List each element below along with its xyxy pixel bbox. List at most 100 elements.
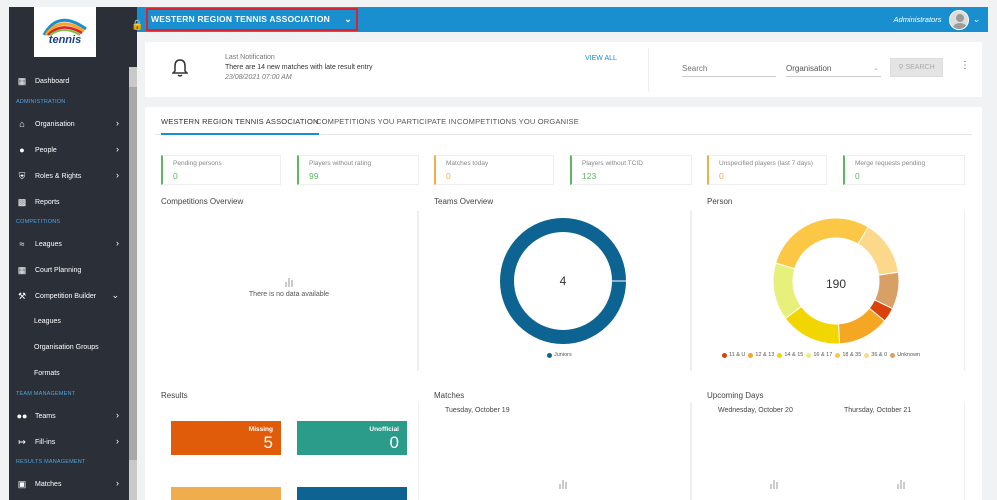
legend-label: 18 & 35 bbox=[842, 352, 862, 358]
section-team-management: TEAM MANAGEMENT bbox=[16, 391, 76, 397]
sidebar-item-label: Matches bbox=[35, 480, 62, 488]
legend-label: 16 & 17 bbox=[813, 352, 833, 358]
legend-label: 36 & 0 bbox=[871, 352, 888, 358]
teams-donut-chart: 4 bbox=[500, 218, 626, 344]
empty-chart-icon bbox=[897, 480, 905, 489]
donut-slice-36-0[interactable] bbox=[857, 226, 899, 276]
matches-title: Matches bbox=[434, 391, 465, 400]
legend-item-juniors[interactable]: Juniors bbox=[547, 352, 572, 358]
chevron-right-icon: › bbox=[116, 478, 119, 488]
tab-competitions-organise[interactable]: COMPETITIONS YOU ORGANISE bbox=[457, 107, 579, 135]
sidebar-item-label: Organisation bbox=[35, 120, 75, 128]
divider bbox=[648, 48, 649, 92]
donut-slice-18-35[interactable] bbox=[775, 217, 869, 270]
tennis-logo[interactable]: tennis bbox=[34, 7, 96, 57]
legend-item-14-15[interactable]: 14 & 15 bbox=[777, 352, 803, 358]
person-title: Person bbox=[707, 197, 733, 206]
sidebar-scrollbar-thumb[interactable] bbox=[129, 87, 137, 460]
sidebar-item-organisation[interactable]: ⌂ Organisation › bbox=[9, 115, 129, 133]
legend-item-12-13[interactable]: 12 & 13 bbox=[748, 352, 774, 358]
section-results-management: RESULTS MANAGEMENT bbox=[16, 459, 86, 465]
organisation-switcher[interactable]: WESTERN REGION TENNIS ASSOCIATION ⌄ bbox=[146, 8, 358, 31]
result-box-partial[interactable] bbox=[171, 487, 281, 500]
legend-label: Juniors bbox=[554, 352, 572, 358]
search-button[interactable]: ⚲ SEARCH bbox=[890, 58, 943, 77]
sidebar-item-label: Leagues bbox=[35, 240, 62, 248]
sidebar-item-dashboard[interactable]: ▦ Dashboard bbox=[9, 72, 129, 90]
home-icon: ⌂ bbox=[19, 119, 25, 129]
notification-panel: Last Notification There are 14 new match… bbox=[145, 42, 982, 97]
search-button-label: SEARCH bbox=[905, 64, 935, 71]
sidebar-item-roles-rights[interactable]: ⛨ Roles & Rights › bbox=[9, 167, 129, 185]
sidebar-item-court-planning[interactable]: ▦ Court Planning bbox=[9, 261, 129, 279]
lock-icon[interactable]: 🔒 bbox=[131, 20, 143, 31]
top-bar: WESTERN REGION TENNIS ASSOCIATION ⌄ Admi… bbox=[137, 7, 988, 32]
sidebar-scrollbar[interactable] bbox=[129, 67, 137, 500]
upcoming-days-title: Upcoming Days bbox=[707, 391, 764, 400]
legend-item-11-u[interactable]: 11 & U bbox=[722, 352, 745, 358]
sign-in-icon: ↦ bbox=[18, 436, 26, 447]
stat-card-players-without-rating[interactable]: Players without rating 99 bbox=[297, 155, 419, 185]
sidebar-header: tennis 🔒 bbox=[9, 7, 143, 57]
sidebar-subitem-organisation-groups[interactable]: Organisation Groups bbox=[34, 344, 99, 351]
stat-card-pending-persons[interactable]: Pending persons 0 bbox=[161, 155, 281, 185]
sidebar-subitem-leagues[interactable]: Leagues bbox=[34, 318, 61, 325]
chevron-down-icon: ⌄ bbox=[873, 65, 879, 72]
result-box-partial[interactable] bbox=[297, 487, 407, 500]
more-options-icon[interactable]: ⋮ bbox=[960, 60, 970, 71]
legend-item-unknown[interactable]: Unknown bbox=[890, 352, 920, 358]
result-missing[interactable]: Missing 5 bbox=[171, 421, 281, 455]
stat-card-matches-today[interactable]: Matches today 0 bbox=[434, 155, 554, 185]
wrench-icon: ⚒ bbox=[17, 290, 27, 301]
sidebar-item-reports[interactable]: ▩ Reports bbox=[9, 193, 129, 211]
user-menu[interactable]: Administrators ⌄ bbox=[894, 9, 980, 30]
donut-slice-16-17[interactable] bbox=[772, 262, 803, 320]
matches-card: Tuesday, October 19 bbox=[418, 403, 691, 500]
sidebar-item-fill-ins[interactable]: ↦ Fill-ins › bbox=[9, 433, 129, 451]
stat-label: Pending persons bbox=[173, 160, 222, 167]
section-administration: ADMINISTRATION bbox=[16, 99, 66, 105]
sidebar-item-label: Reports bbox=[35, 198, 60, 206]
bell-icon[interactable] bbox=[172, 58, 188, 78]
person-legend: 11 & U 12 & 13 14 & 15 16 & 17 18 & 35 3… bbox=[722, 352, 923, 358]
result-unofficial[interactable]: Unofficial 0 bbox=[297, 421, 407, 455]
organisation-filter-select[interactable]: Organisation ⌄ bbox=[786, 60, 881, 77]
organisation-switcher-label: WESTERN REGION TENNIS ASSOCIATION bbox=[151, 14, 330, 24]
chevron-right-icon: › bbox=[116, 170, 119, 180]
tab-western-region[interactable]: WESTERN REGION TENNIS ASSOCIATION bbox=[161, 107, 319, 135]
dashboard-panel: WESTERN REGION TENNIS ASSOCIATION COMPET… bbox=[145, 107, 982, 500]
stat-value: 123 bbox=[582, 171, 597, 181]
legend-label: 11 & U bbox=[729, 352, 746, 358]
tab-competitions-participate[interactable]: COMPETITIONS YOU PARTICIPATE IN bbox=[316, 107, 457, 135]
chevron-down-icon: ⌄ bbox=[111, 290, 119, 300]
search-icon: ⚲ bbox=[898, 64, 904, 71]
avatar[interactable] bbox=[949, 9, 970, 30]
legend-item-36-0[interactable]: 36 & 0 bbox=[864, 352, 887, 358]
legend-label: 12 & 13 bbox=[755, 352, 775, 358]
stat-value: 0 bbox=[719, 171, 724, 181]
stat-card-merge-requests[interactable]: Merge requests pending 0 bbox=[843, 155, 965, 185]
sidebar-item-label: Court Planning bbox=[35, 266, 82, 274]
grid-icon: ▦ bbox=[17, 264, 27, 275]
team-icon: ●● bbox=[16, 411, 28, 421]
sidebar-item-teams[interactable]: ●● Teams › bbox=[9, 407, 129, 425]
sidebar-item-matches[interactable]: ▣ Matches › bbox=[9, 475, 129, 493]
legend-item-16-17[interactable]: 16 & 17 bbox=[806, 352, 832, 358]
sidebar-subitem-formats[interactable]: Formats bbox=[34, 370, 60, 377]
stat-value: 0 bbox=[446, 171, 451, 181]
stat-card-players-without-tcid[interactable]: Players without TCID 123 bbox=[570, 155, 692, 185]
sidebar-item-label: Fill-ins bbox=[35, 438, 56, 446]
sidebar-item-leagues[interactable]: ≈ Leagues › bbox=[9, 235, 129, 253]
stat-card-unspecified-players[interactable]: Unspecified players (last 7 days) 0 bbox=[707, 155, 827, 185]
view-all-link[interactable]: VIEW ALL bbox=[585, 55, 617, 62]
chevron-right-icon: › bbox=[116, 118, 119, 128]
sidebar-item-people[interactable]: ● People › bbox=[9, 141, 129, 159]
person-donut-chart: 190 bbox=[772, 217, 900, 345]
stat-value: 0 bbox=[173, 171, 178, 181]
legend-item-18-35[interactable]: 18 & 35 bbox=[835, 352, 861, 358]
sidebar-item-competition-builder[interactable]: ⚒ Competition Builder ⌄ bbox=[9, 287, 129, 305]
dashboard-icon: ▦ bbox=[17, 75, 27, 86]
legend-label: 14 & 15 bbox=[784, 352, 804, 358]
organisation-filter-label: Organisation bbox=[786, 64, 832, 73]
search-input[interactable] bbox=[682, 60, 776, 77]
